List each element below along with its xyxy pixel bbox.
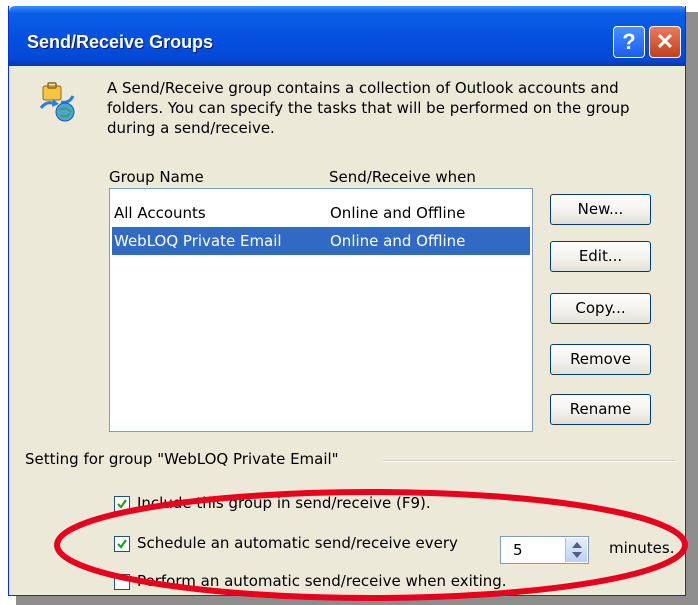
window-title: Send/Receive Groups	[27, 32, 214, 52]
group-name: WebLOQ Private Email	[114, 232, 282, 250]
on-exit-checkbox[interactable]	[114, 574, 130, 590]
spinner-buttons[interactable]	[565, 538, 587, 562]
remove-button[interactable]: Remove	[550, 344, 651, 375]
schedule-label[interactable]: Schedule an automatic send/receive every	[137, 534, 458, 552]
minutes-label: minutes.	[609, 539, 675, 557]
group-when: Online and Offline	[330, 204, 466, 222]
settings-group-label: Setting for group "WebLOQ Private Email"	[25, 450, 339, 468]
groups-listbox[interactable]: All Accounts Online and Offline WebLOQ P…	[109, 188, 533, 432]
spin-down-icon[interactable]	[572, 552, 582, 558]
copy-button[interactable]: Copy...	[550, 293, 651, 324]
spin-up-icon[interactable]	[572, 542, 582, 548]
column-header-group-name: Group Name	[109, 168, 204, 186]
column-header-send-receive-when: Send/Receive when	[329, 168, 476, 186]
include-checkbox[interactable]	[114, 496, 130, 512]
interval-value[interactable]: 5	[513, 541, 523, 559]
list-item-selected[interactable]: WebLOQ Private Email Online and Offline	[112, 227, 530, 255]
close-button[interactable]: ✕	[649, 26, 681, 58]
intro-description: A Send/Receive group contains a collecti…	[107, 79, 630, 137]
schedule-checkbox[interactable]	[114, 536, 130, 552]
on-exit-label[interactable]: Perform an automatic send/receive when e…	[137, 572, 507, 590]
rename-button[interactable]: Rename	[550, 394, 651, 425]
send-receive-groups-dialog: Send/Receive Groups ? ✕ A Send/Receive g…	[8, 6, 686, 596]
checkmark-icon	[117, 539, 127, 549]
include-label[interactable]: Include this group in send/receive (F9).	[137, 494, 431, 512]
checkmark-icon	[117, 499, 127, 509]
new-button[interactable]: New...	[550, 194, 651, 225]
list-item[interactable]: All Accounts Online and Offline	[112, 199, 530, 227]
group-when: Online and Offline	[330, 232, 466, 250]
group-divider	[383, 460, 675, 462]
send-receive-icon	[37, 82, 77, 122]
title-bar[interactable]: Send/Receive Groups ? ✕	[9, 6, 685, 66]
help-button[interactable]: ?	[613, 26, 645, 58]
group-name: All Accounts	[114, 204, 206, 222]
interval-spinner[interactable]: 5	[500, 536, 589, 564]
edit-button[interactable]: Edit...	[550, 241, 651, 272]
